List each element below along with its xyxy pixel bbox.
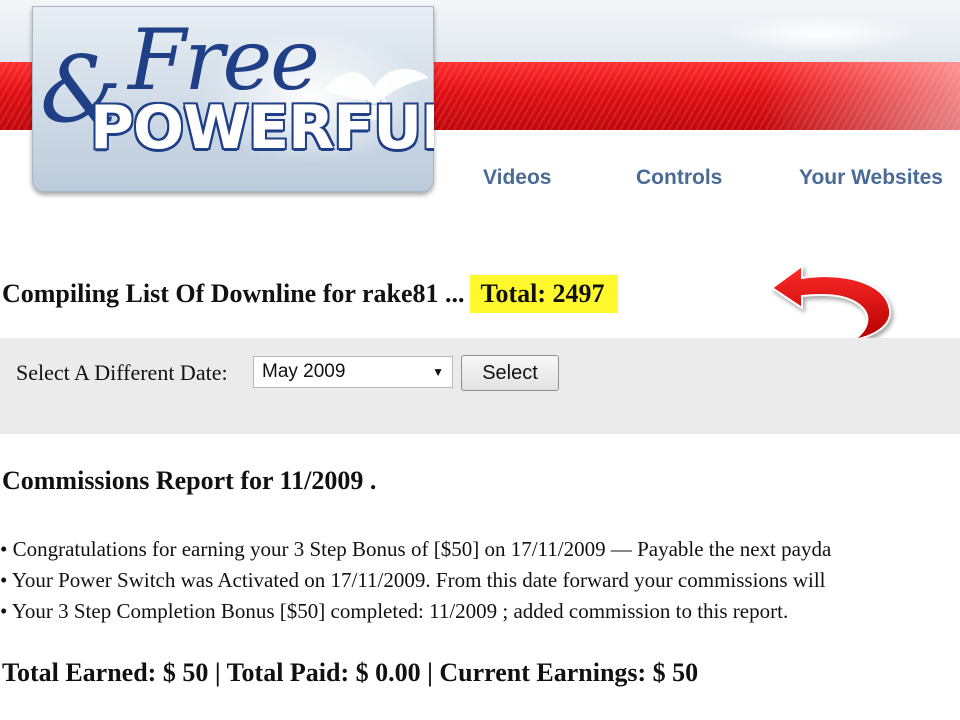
downline-heading: Compiling List Of Downline for rake81 ..… [2, 274, 619, 314]
downline-total-badge: Total: 2497 [470, 275, 619, 313]
list-item: • Congratulations for earning your 3 Ste… [0, 537, 832, 561]
date-select-dropdown[interactable]: May 2009 ▼ [253, 356, 453, 388]
band-haze [760, 62, 960, 130]
downline-text: Compiling List Of Downline for rake81 ..… [2, 279, 465, 308]
chevron-down-icon: ▼ [432, 365, 444, 379]
logo-free-text: Free [128, 11, 320, 109]
list-item: • Your Power Switch was Activated on 17/… [0, 568, 826, 592]
nav-link-videos[interactable]: Videos [483, 166, 551, 190]
date-filter-label: Select A Different Date: [16, 360, 228, 385]
curved-arrow-icon [770, 264, 892, 341]
report-bullet-list: • Congratulations for earning your 3 Ste… [0, 534, 960, 627]
date-select-value: May 2009 [262, 361, 346, 382]
logo-powerful-text: POWERFUL [90, 93, 434, 163]
site-logo[interactable]: & Free POWERFUL [32, 6, 434, 192]
cloud-decoration [720, 14, 920, 54]
select-button[interactable]: Select [461, 355, 559, 391]
report-title: Commissions Report for 11/2009 . [2, 466, 377, 495]
earnings-totals: Total Earned: $ 50 | Total Paid: $ 0.00 … [2, 658, 699, 687]
nav-link-controls[interactable]: Controls [636, 166, 722, 190]
list-item: • Your 3 Step Completion Bonus [$50] com… [0, 599, 789, 623]
nav-link-your-websites[interactable]: Your Websites [799, 166, 943, 190]
